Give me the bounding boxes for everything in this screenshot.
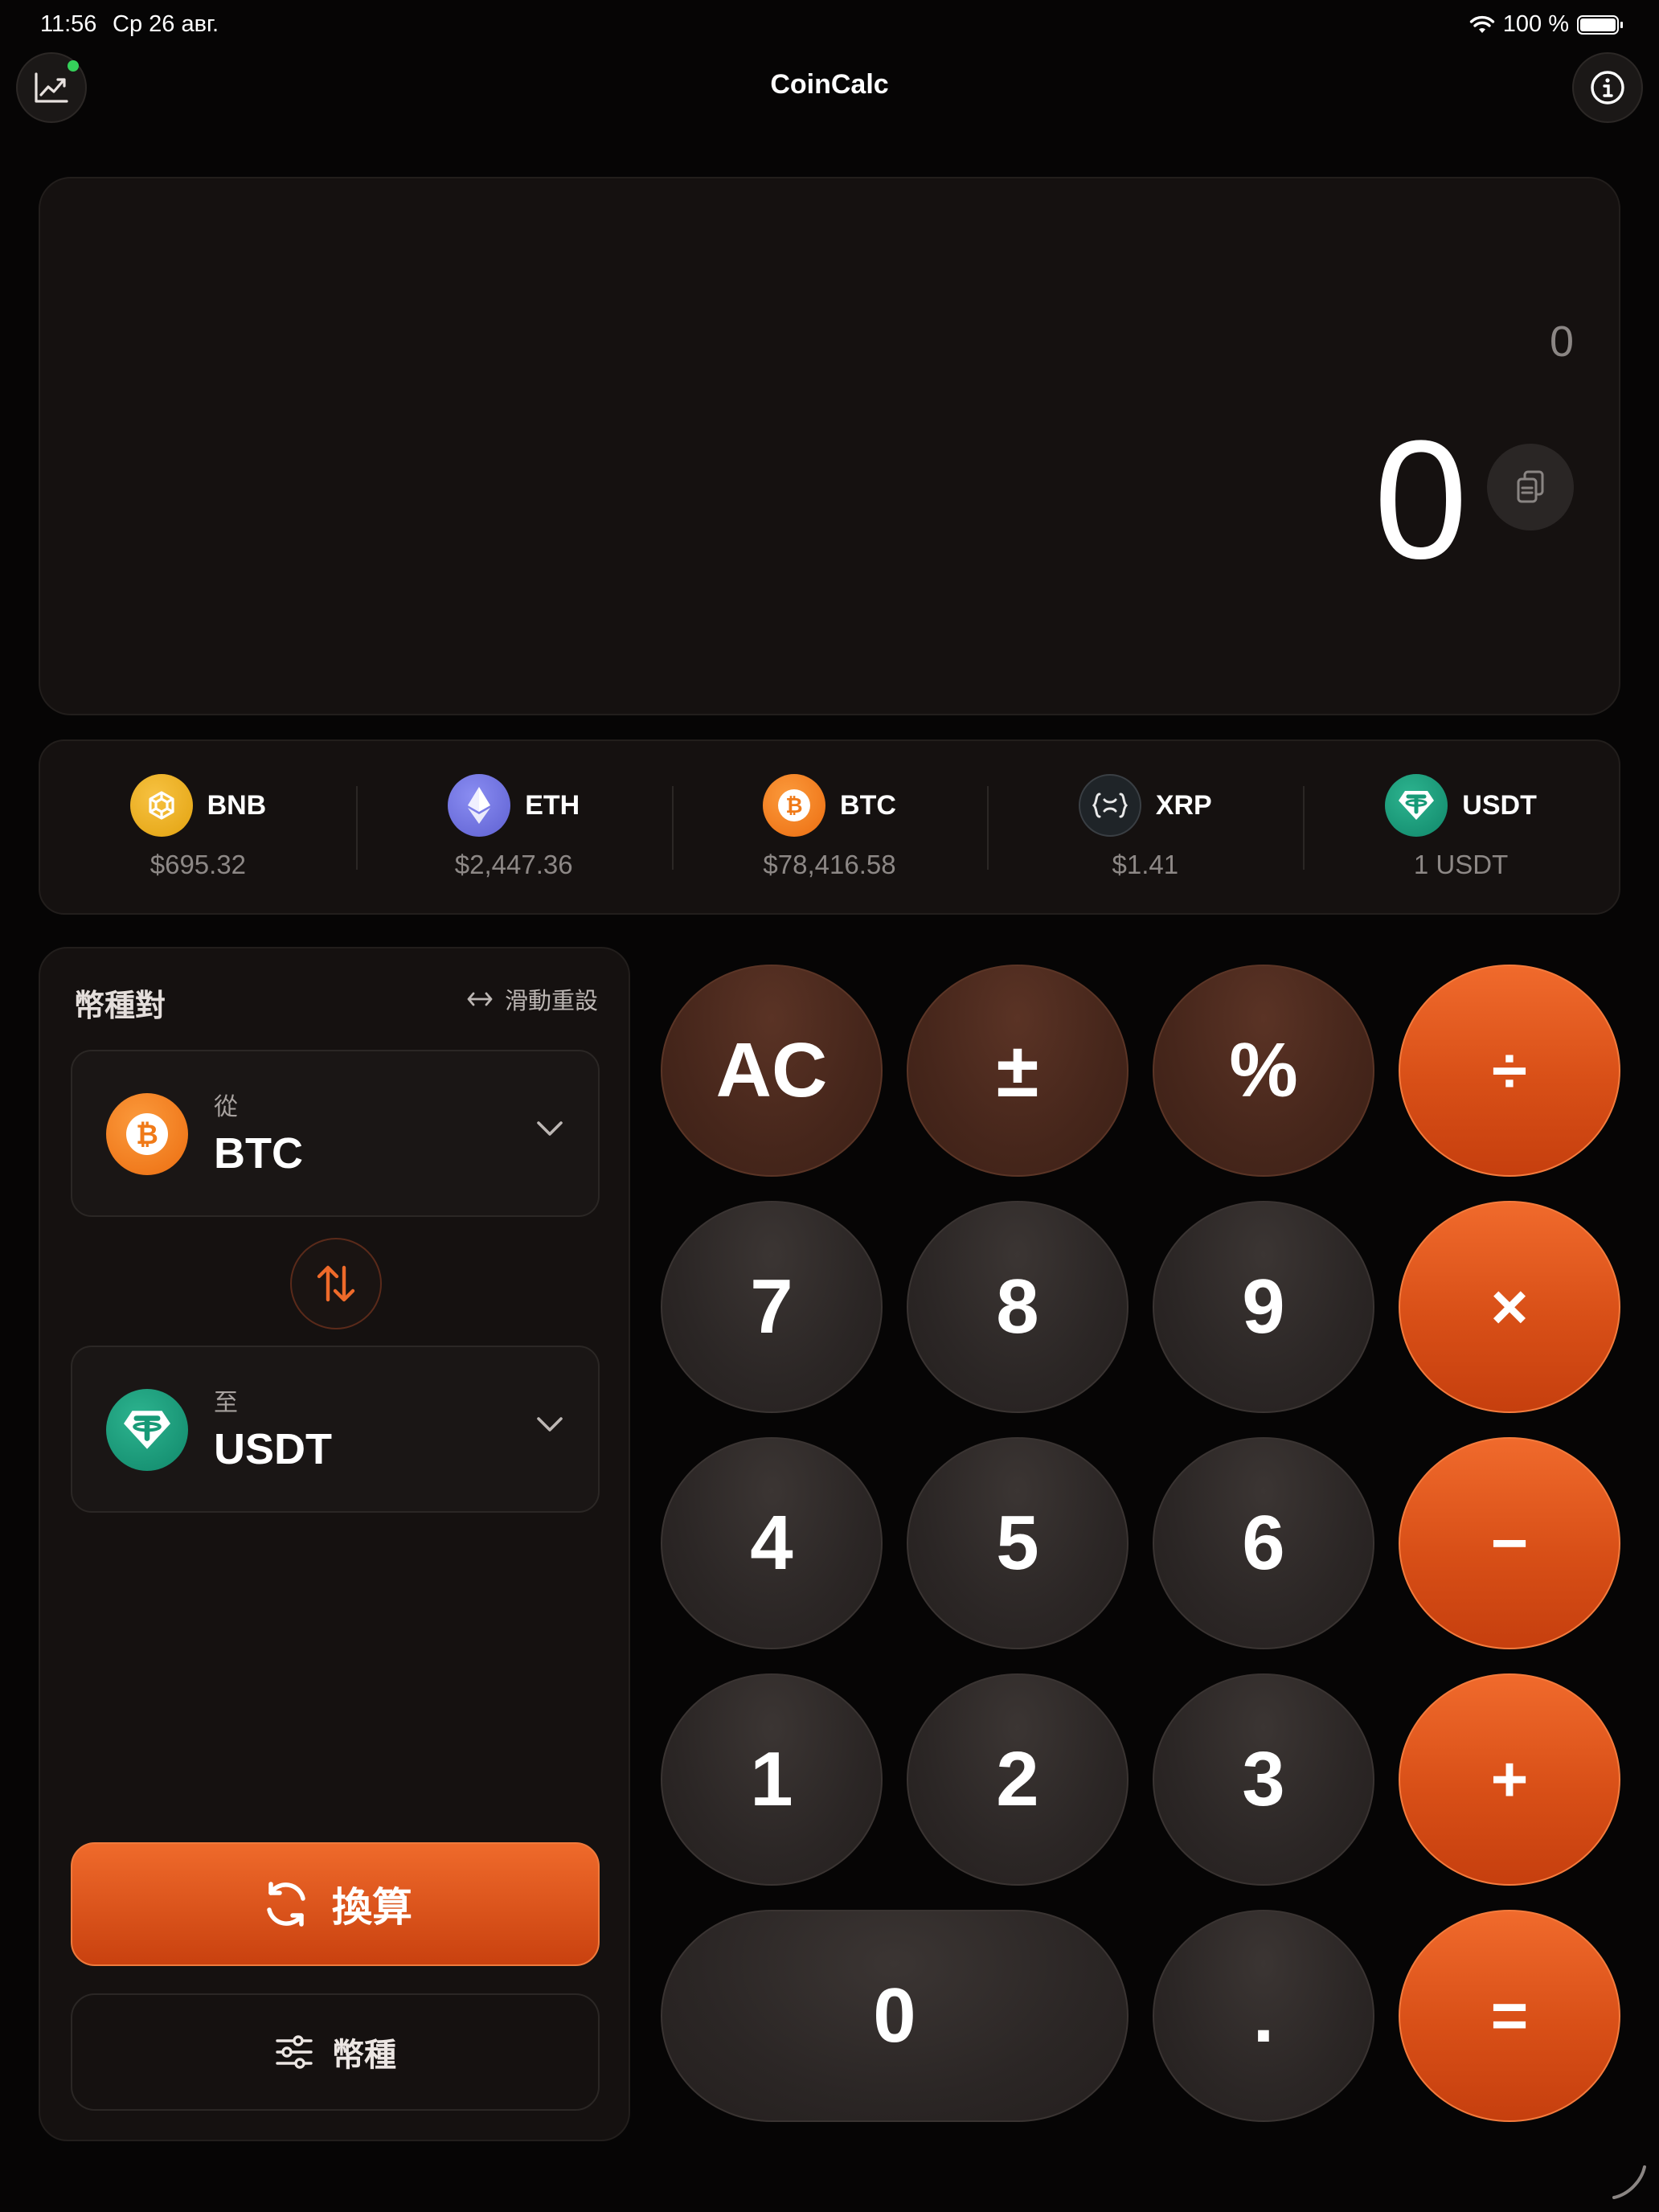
sliders-icon [276, 2035, 313, 2069]
digit-9-key[interactable]: 9 [1153, 1201, 1374, 1413]
bnb-coin-icon [129, 774, 193, 837]
ticker-item-btc[interactable]: ₿ BTC $78,416.58 [671, 741, 988, 913]
decimal-point-key[interactable]: . [1153, 1910, 1374, 2122]
equals-key[interactable]: = [1399, 1910, 1620, 2122]
battery-icon [1577, 14, 1623, 35]
digit-7-key[interactable]: 7 [661, 1201, 883, 1413]
ticker-symbol: XRP [1155, 789, 1212, 821]
from-label: 從 [214, 1094, 238, 1120]
digit-8-key[interactable]: 8 [907, 1201, 1129, 1413]
digit-3-key[interactable]: 3 [1153, 1673, 1374, 1886]
svg-text:₿: ₿ [136, 1119, 158, 1151]
swipe-reset-label: 滑動重設 [504, 989, 598, 1014]
ticker-symbol: BNB [207, 789, 267, 821]
ticker-symbol: USDT [1462, 789, 1537, 821]
ticker-item-usdt[interactable]: USDT 1 USDT [1303, 741, 1619, 913]
info-icon [1591, 71, 1624, 104]
ticker-price: $2,447.36 [454, 850, 573, 879]
wifi-icon [1469, 15, 1494, 33]
info-button[interactable] [1572, 52, 1643, 123]
ticker-symbol: ETH [525, 789, 580, 821]
chevron-down-icon [537, 1121, 563, 1136]
ticker-item-xrp[interactable]: XRP $1.41 [987, 741, 1303, 913]
eth-coin-icon [448, 774, 511, 837]
digit-0-key[interactable]: 0 [661, 1910, 1129, 2122]
app-title: CoinCalc [770, 69, 889, 100]
digit-5-key[interactable]: 5 [907, 1437, 1129, 1649]
to-currency-code: USDT [214, 1425, 332, 1473]
ticker-symbol: BTC [840, 789, 896, 821]
price-ticker: BNB $695.32 ETH $2,447.36 ₿ BTC $78,416.… [39, 739, 1620, 915]
ticker-price: $695.32 [150, 850, 247, 879]
minus-key[interactable]: − [1399, 1437, 1620, 1649]
currency-pair-panel: 幣種對 滑動重設 ₿ 從 BTC 至 USDT 換算 幣種 [39, 947, 630, 2141]
currencies-button[interactable]: 幣種 [71, 1993, 600, 2111]
refresh-icon [267, 1882, 305, 1927]
status-right: 100 % [1469, 11, 1623, 38]
status-date: Ср 26 авг. [113, 11, 219, 37]
multiply-key[interactable]: × [1399, 1201, 1620, 1413]
swipe-reset-hint[interactable]: 滑動重設 [466, 982, 598, 1016]
resize-handle-icon[interactable] [1609, 2162, 1649, 2202]
usdt-coin-icon [1385, 774, 1448, 837]
from-currency-selector[interactable]: ₿ 從 BTC [71, 1050, 600, 1217]
digit-1-key[interactable]: 1 [661, 1673, 883, 1886]
status-bar: 11:56 Ср 26 авг. 100 % [40, 11, 1623, 43]
ticker-item-bnb[interactable]: BNB $695.32 [40, 741, 356, 913]
digit-6-key[interactable]: 6 [1153, 1437, 1374, 1649]
plus-minus-key[interactable]: ± [907, 965, 1129, 1177]
expression-text: 0 [1549, 317, 1574, 366]
xrp-coin-icon [1078, 774, 1141, 837]
swap-arrows-icon [317, 1265, 355, 1302]
percent-key[interactable]: % [1153, 965, 1374, 1177]
battery-percent: 100 % [1502, 11, 1569, 37]
usdt-coin-icon [106, 1389, 188, 1471]
currencies-label: 幣種 [332, 2038, 396, 2073]
result-text: 0 [1374, 405, 1468, 594]
convert-label: 換算 [332, 1885, 412, 1930]
svg-text:₿: ₿ [785, 794, 802, 818]
divide-key[interactable]: ÷ [1399, 965, 1620, 1177]
calculator-display: 0 0 [39, 177, 1620, 715]
status-time: 11:56 [40, 11, 97, 37]
ticker-price: $78,416.58 [763, 850, 896, 879]
ticker-price: 1 USDT [1413, 850, 1509, 879]
panel-title: 幣種對 [74, 989, 166, 1023]
to-label: 至 [214, 1390, 238, 1416]
digit-2-key[interactable]: 2 [907, 1673, 1129, 1886]
chevron-down-icon [537, 1417, 563, 1432]
left-right-arrow-icon [467, 992, 493, 1006]
plus-key[interactable]: + [1399, 1673, 1620, 1886]
copy-icon [1517, 470, 1544, 503]
copy-button[interactable] [1487, 444, 1574, 530]
digit-4-key[interactable]: 4 [661, 1437, 883, 1649]
ticker-item-eth[interactable]: ETH $2,447.36 [355, 741, 672, 913]
btc-coin-icon: ₿ [763, 774, 826, 837]
swap-currencies-button[interactable] [290, 1238, 382, 1329]
to-currency-selector[interactable]: 至 USDT [71, 1346, 600, 1513]
from-currency-code: BTC [214, 1129, 303, 1178]
ticker-price: $1.41 [1112, 850, 1179, 879]
all-clear-key[interactable]: AC [661, 965, 883, 1177]
convert-button[interactable]: 換算 [71, 1842, 600, 1966]
btc-coin-icon: ₿ [106, 1093, 188, 1175]
